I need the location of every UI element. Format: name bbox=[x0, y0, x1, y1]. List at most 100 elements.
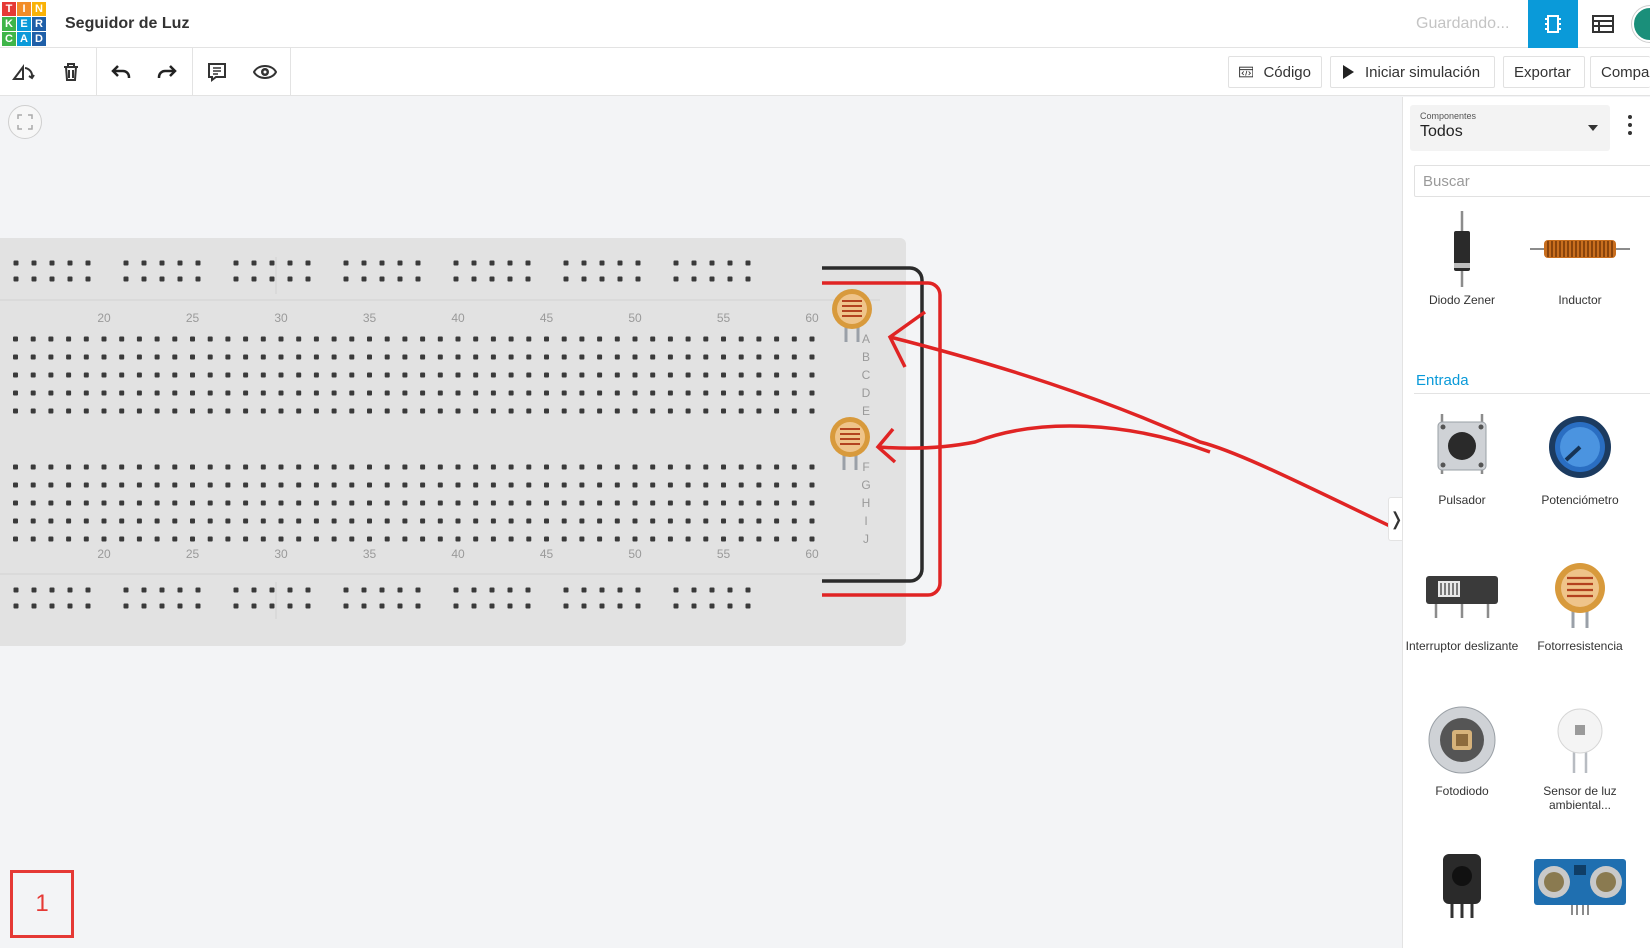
page-number-box: 1 bbox=[10, 870, 74, 938]
column-number: 60 bbox=[805, 311, 819, 325]
component-label: Diodo Zener bbox=[1428, 293, 1496, 307]
breadboard-labels: 20 20 25 25 30 30 35 35 40 40 45 45 50 50 55 55 60 60 ABCD… bbox=[0, 257, 880, 619]
undo-button[interactable] bbox=[98, 48, 144, 96]
column-number: 60 bbox=[805, 547, 819, 561]
visibility-button[interactable] bbox=[242, 48, 288, 96]
component-pushbutton[interactable]: Pulsador bbox=[1403, 409, 1521, 507]
column-number: 35 bbox=[363, 547, 377, 561]
column-number: 50 bbox=[628, 547, 642, 561]
photodiode-icon bbox=[1428, 706, 1496, 774]
ir-receiver-icon bbox=[1443, 854, 1481, 918]
circuit-view-button[interactable] bbox=[1528, 0, 1578, 48]
component-label: Pulsador bbox=[1438, 493, 1486, 507]
delete-button[interactable] bbox=[48, 48, 94, 96]
column-number: 20 bbox=[97, 547, 111, 561]
column-number: 50 bbox=[628, 311, 642, 325]
breadboard-holes bbox=[13, 260, 815, 609]
logo-letter: I bbox=[17, 2, 31, 16]
export-button[interactable]: Exportar bbox=[1503, 56, 1585, 88]
component-label: Fotorresistencia bbox=[1537, 639, 1623, 653]
components-panel: Componentes Todos Diodo Zener bbox=[1402, 97, 1650, 948]
project-title[interactable]: Seguidor de Luz bbox=[65, 15, 189, 33]
column-number: 30 bbox=[274, 311, 288, 325]
component-photoresistor[interactable]: Fotorresistencia bbox=[1521, 555, 1639, 653]
component-inductor[interactable]: Inductor bbox=[1521, 209, 1639, 307]
rotate-icon bbox=[12, 64, 35, 80]
component-ambient-light-sensor[interactable]: Sensor de luz ambiental... bbox=[1521, 700, 1639, 812]
inductor-icon bbox=[1530, 240, 1630, 258]
export-label: Exportar bbox=[1514, 63, 1571, 81]
play-icon bbox=[1343, 65, 1354, 79]
component-label: Sensor de luz ambiental... bbox=[1543, 784, 1617, 812]
top-bar: TIN KER CAD Seguidor de Luz Guardando... bbox=[0, 0, 1650, 48]
redo-button[interactable] bbox=[144, 48, 190, 96]
logo-letter: R bbox=[32, 17, 46, 31]
schematic-view-button[interactable] bbox=[1578, 0, 1628, 48]
arrow-to-top-photoresistor bbox=[889, 335, 1402, 534]
component-slide-switch[interactable]: Interruptor deslizante bbox=[1403, 555, 1521, 653]
component-zener-diode[interactable]: Diodo Zener bbox=[1403, 209, 1521, 307]
logo-letter: N bbox=[32, 2, 46, 16]
row-letter: J bbox=[863, 532, 869, 546]
row-letter: G bbox=[861, 478, 870, 492]
tinkercad-logo[interactable]: TIN KER CAD bbox=[0, 0, 48, 48]
component-label: Potenciómetro bbox=[1541, 493, 1619, 507]
share-label: Compar bbox=[1601, 63, 1650, 81]
toolbar: Código Iniciar simulación Exportar Compa… bbox=[0, 48, 1650, 96]
logo-letter: T bbox=[2, 2, 16, 16]
components-dropdown[interactable]: Componentes Todos bbox=[1410, 105, 1610, 151]
start-simulation-label: Iniciar simulación bbox=[1365, 63, 1481, 81]
logo-letter: E bbox=[17, 17, 31, 31]
column-number: 35 bbox=[363, 311, 377, 325]
logo-letter: A bbox=[17, 32, 31, 46]
code-button[interactable]: Código bbox=[1228, 56, 1322, 88]
column-number: 45 bbox=[540, 547, 554, 561]
column-number: 55 bbox=[717, 547, 731, 561]
zener-diode-icon bbox=[1454, 211, 1470, 287]
eye-icon bbox=[253, 65, 277, 79]
row-letter: D bbox=[862, 386, 871, 400]
page-number: 1 bbox=[35, 890, 49, 917]
caret-down-icon bbox=[1588, 125, 1598, 131]
row-letter: H bbox=[862, 496, 871, 510]
row-letter: E bbox=[862, 404, 870, 418]
column-number: 25 bbox=[186, 311, 200, 325]
logo-letter: D bbox=[32, 32, 46, 46]
share-button[interactable]: Compar bbox=[1590, 56, 1650, 88]
component-search-input[interactable] bbox=[1414, 165, 1650, 197]
toolbar-divider bbox=[290, 48, 291, 96]
redo-icon bbox=[157, 65, 177, 78]
column-number: 25 bbox=[186, 547, 200, 561]
arrow-to-bottom-photoresistor bbox=[877, 424, 1211, 454]
component-label: Fotodiodo bbox=[1435, 784, 1489, 798]
toolbar-divider bbox=[192, 48, 193, 96]
column-number: 40 bbox=[451, 547, 465, 561]
column-number: 40 bbox=[451, 311, 465, 325]
code-icon bbox=[1239, 66, 1254, 78]
row-letter: B bbox=[862, 350, 870, 364]
components-dropdown-value: Todos bbox=[1420, 123, 1463, 140]
notes-button[interactable] bbox=[194, 48, 240, 96]
trash-icon bbox=[64, 63, 78, 81]
component-label: Interruptor deslizante bbox=[1405, 639, 1519, 653]
row-letter: I bbox=[864, 514, 867, 528]
component-ir-receiver[interactable] bbox=[1403, 845, 1521, 925]
more-options-icon[interactable] bbox=[1628, 115, 1634, 135]
arrow-head-bottom bbox=[875, 427, 897, 464]
rotate-button[interactable] bbox=[0, 48, 46, 96]
column-number: 30 bbox=[274, 547, 288, 561]
section-divider bbox=[1414, 393, 1650, 394]
user-avatar[interactable] bbox=[1632, 6, 1650, 42]
column-number: 55 bbox=[717, 311, 731, 325]
column-number: 45 bbox=[540, 311, 554, 325]
row-letter: A bbox=[862, 332, 870, 346]
ambient-light-sensor-icon bbox=[1557, 708, 1603, 773]
list-view-icon bbox=[1592, 15, 1614, 33]
component-ultrasonic-sensor[interactable] bbox=[1521, 845, 1639, 925]
component-potentiometer[interactable]: Potenciómetro bbox=[1521, 409, 1639, 507]
circuit-canvas[interactable]: 20 20 25 25 30 30 35 35 40 40 45 45 50 50 55 55 60 60 A B C D… bbox=[0, 97, 1402, 948]
circuit-view-icon bbox=[1545, 15, 1561, 33]
potentiometer-icon bbox=[1549, 416, 1611, 478]
component-photodiode[interactable]: Fotodiodo bbox=[1403, 700, 1521, 798]
start-simulation-button[interactable]: Iniciar simulación bbox=[1330, 56, 1495, 88]
